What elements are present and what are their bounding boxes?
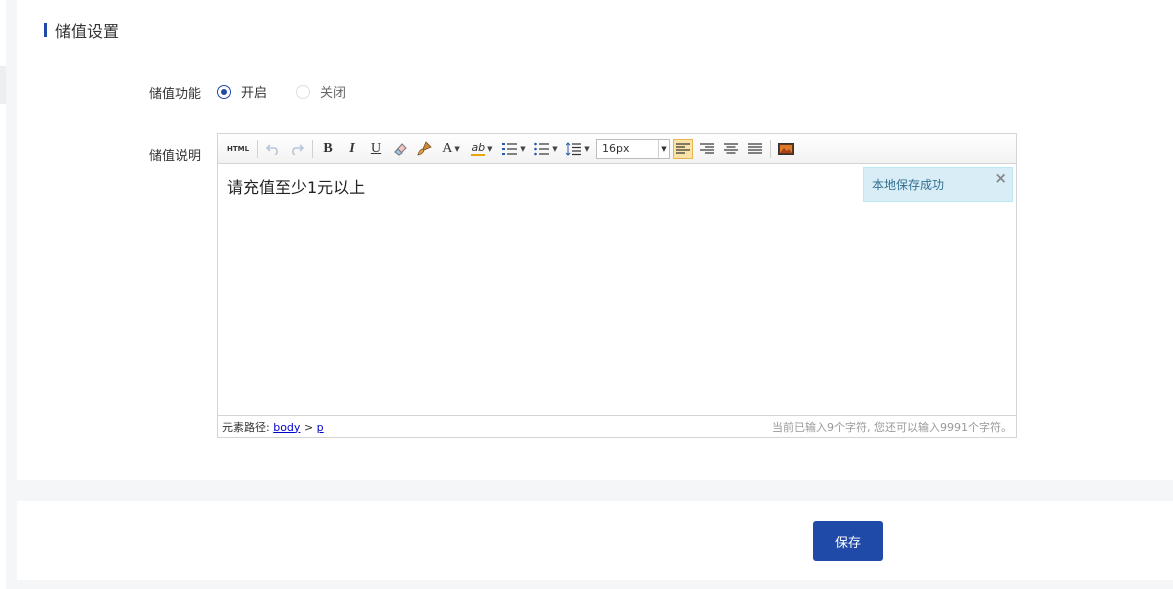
chevron-down-icon[interactable]: ▼ [658, 139, 669, 158]
ordered-list-button[interactable]: ▼ [500, 139, 528, 159]
italic-button[interactable]: I [342, 139, 362, 159]
align-center-icon [724, 142, 738, 154]
unordered-list-button[interactable]: ▼ [532, 139, 560, 159]
save-button[interactable]: 保存 [813, 521, 883, 561]
section-title-text: 储值设置 [55, 22, 120, 41]
align-center-button[interactable] [721, 139, 741, 159]
element-path: 元素路径: body > p [222, 419, 324, 435]
redo-icon [292, 143, 304, 155]
radio-enable-label[interactable]: 开启 [241, 82, 267, 101]
radio-enable[interactable]: 开启 [217, 82, 267, 101]
underline-button[interactable]: U [366, 139, 386, 159]
line-height-icon [566, 141, 582, 156]
insert-image-button[interactable] [776, 139, 796, 159]
sidebar-active-marker [0, 66, 6, 104]
recharge-radio-group: 开启 关闭 [217, 82, 375, 101]
font-color-label: A [442, 140, 453, 156]
editor-content-text[interactable]: 请充值至少1元以上 [227, 174, 365, 198]
editor-toolbar: HTML B I U A ▼ ab ▼ ▼ ▼ ▼ 16px ▼ [218, 134, 1016, 164]
brush-icon [417, 140, 432, 156]
line-height-button[interactable]: ▼ [564, 139, 592, 159]
local-save-notice: 本地保存成功 × [863, 167, 1013, 202]
highlight-color-button[interactable]: ab ▼ [468, 139, 496, 159]
chevron-down-icon: ▼ [454, 144, 460, 153]
recharge-description-label: 储值说明 [149, 149, 202, 164]
footer-bar: 保存 [17, 501, 1173, 580]
align-left-icon [676, 142, 690, 154]
html-source-button[interactable]: HTML [224, 139, 252, 159]
highlight-label: ab [471, 140, 486, 156]
image-icon [778, 142, 794, 155]
path-separator: > [303, 420, 314, 434]
radio-disable[interactable]: 关闭 [296, 82, 346, 101]
editor-content-area[interactable]: 请充值至少1元以上 本地保存成功 × [218, 164, 1016, 415]
chevron-down-icon: ▼ [520, 144, 526, 153]
path-body-link[interactable]: body [273, 421, 300, 434]
align-justify-icon [748, 142, 762, 154]
chevron-down-icon: ▼ [487, 144, 493, 153]
undo-icon [266, 143, 278, 155]
radio-enable-circle[interactable] [217, 84, 231, 99]
char-count: 当前已输入9个字符, 您还可以输入9991个字符。 [772, 420, 1012, 434]
editor-statusbar: 元素路径: body > p 当前已输入9个字符, 您还可以输入9991个字符。 [218, 415, 1016, 437]
path-p-link[interactable]: p [317, 421, 324, 434]
undo-button[interactable] [263, 139, 283, 159]
element-path-label: 元素路径: [222, 420, 270, 434]
eraser-icon [394, 142, 407, 156]
font-color-button[interactable]: A ▼ [438, 139, 464, 159]
redo-button[interactable] [287, 139, 307, 159]
close-icon[interactable]: × [994, 169, 1007, 187]
left-sidebar-edge [0, 0, 6, 589]
toolbar-separator [770, 139, 771, 158]
rich-text-editor: HTML B I U A ▼ ab ▼ ▼ ▼ ▼ 16px ▼ 请充值至少1元… [217, 133, 1017, 438]
chevron-down-icon: ▼ [584, 144, 590, 153]
font-size-value: 16px [602, 142, 630, 155]
align-left-button[interactable] [673, 138, 693, 159]
ordered-list-icon [502, 142, 518, 155]
toolbar-separator [257, 139, 258, 158]
radio-disable-circle[interactable] [296, 84, 311, 99]
eraser-button[interactable] [390, 139, 410, 159]
align-justify-button[interactable] [745, 139, 765, 159]
bold-button[interactable]: B [318, 139, 338, 159]
align-right-button[interactable] [697, 139, 717, 159]
title-accent-bar [44, 23, 47, 37]
align-right-icon [700, 142, 714, 154]
recharge-function-label: 储值功能 [149, 87, 202, 102]
unordered-list-icon [534, 142, 550, 155]
settings-panel: 储值设置 储值功能 开启 关闭 储值说明 HTML B I U A ▼ ab ▼… [17, 0, 1173, 480]
chevron-down-icon: ▼ [552, 144, 558, 153]
font-size-select[interactable]: 16px ▼ [596, 138, 670, 159]
format-painter-button[interactable] [414, 139, 434, 159]
section-title: 储值设置 [44, 20, 120, 41]
radio-disable-label[interactable]: 关闭 [320, 82, 346, 101]
toolbar-separator [312, 139, 313, 158]
notice-text: 本地保存成功 [872, 178, 945, 192]
